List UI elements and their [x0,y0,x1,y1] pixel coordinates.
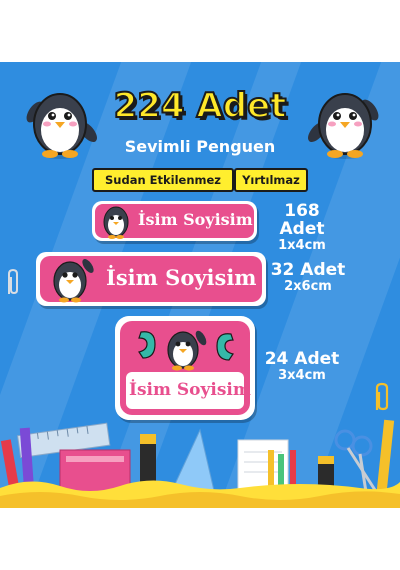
label-name-text: İsim Soyisim [129,380,251,400]
label-medium-count: 32 Adet 2x6cm [268,260,348,294]
label-small-card: İsim Soyisim [92,201,257,241]
size-value: 2x6cm [284,278,332,294]
count-value: 24 Adet [264,349,340,369]
badge-tearproof: Yırtılmaz [234,168,308,192]
size-value: 1x4cm [278,237,326,253]
size-value: 3x4cm [278,367,326,383]
label-name-text: İsim Soyisim [106,265,257,290]
penguin-icon [53,259,94,303]
label-large-count: 24 Adet 3x4cm [262,349,342,383]
penguin-icon [103,206,129,239]
label-large-card: İsim Soyisim [115,316,255,420]
flipper-left-icon [138,331,156,359]
label-name-text: İsim Soyisim [138,210,253,229]
badge-waterproof: Sudan Etkilenmez [92,168,234,192]
hero-title: 224 Adet [113,85,288,127]
label-medium-card: İsim Soyisim [36,252,266,306]
count-value: 168 Adet [279,201,325,239]
hero-subtitle: Sevimli Penguen [124,137,276,156]
count-value: 32 Adet [270,260,346,280]
stationery-illustration [0,419,400,508]
flipper-right-icon [216,333,234,361]
label-small-count: 168 Adet 1x4cm [262,201,342,253]
paperclip-icon [8,268,18,295]
penguin-icon [167,330,207,371]
